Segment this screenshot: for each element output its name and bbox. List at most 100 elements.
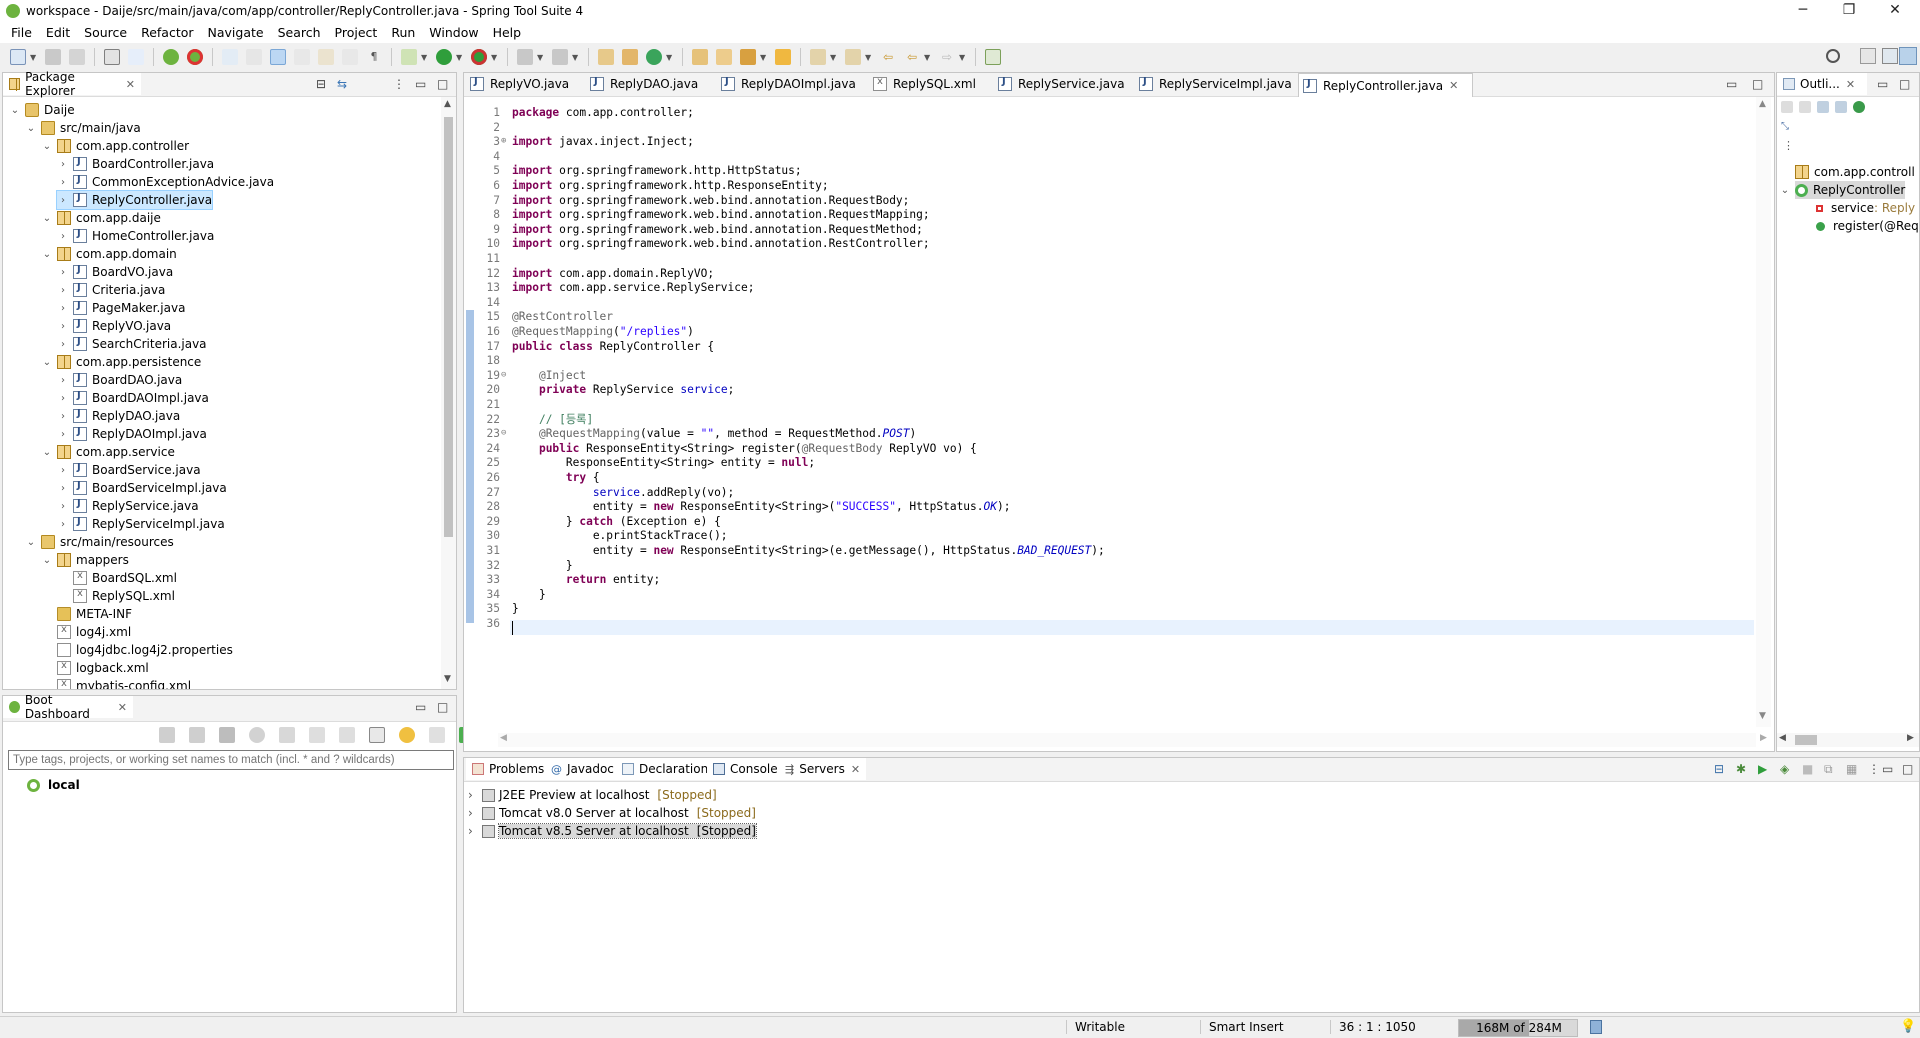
view-menu-icon[interactable]: ⋮ xyxy=(1783,139,1794,152)
profile-server-icon[interactable]: ◈ xyxy=(1780,762,1789,776)
code-line[interactable]: 31 entity = new ResponseEntity<String>(e… xyxy=(476,543,1746,558)
fold-marker-icon[interactable]: ⊖ xyxy=(501,368,506,383)
heap-status[interactable]: 168M of 284M xyxy=(1458,1019,1578,1037)
code-line[interactable]: 27 service.addReply(vo); xyxy=(476,485,1746,500)
code-line[interactable]: 5 import org.springframework.http.HttpSta… xyxy=(476,163,1746,178)
code-line[interactable]: 29 } catch (Exception e) { xyxy=(476,514,1746,529)
save-icon[interactable] xyxy=(45,49,61,65)
open-perspective-icon[interactable] xyxy=(1860,48,1876,64)
collapsed-chevron-icon[interactable]: › xyxy=(57,195,69,206)
code-line[interactable]: 3 ⊕ import javax.inject.Inject; xyxy=(476,134,1746,149)
tab-package-explorer[interactable]: Package Explorer ✕ xyxy=(3,70,141,98)
tree-item[interactable]: ⌄ com.app.persistence xyxy=(41,353,201,371)
view-menu-icon[interactable]: ⋮ xyxy=(393,77,405,91)
next-annotation-icon[interactable] xyxy=(810,49,826,65)
previous-annotation-icon[interactable] xyxy=(845,49,861,65)
stop-server-icon[interactable]: ■ xyxy=(1802,762,1813,776)
code-line[interactable]: 6 import org.springframework.http.Respons… xyxy=(476,178,1746,193)
editor-tab-replydao[interactable]: ReplyDAO.java xyxy=(586,73,698,95)
expanded-chevron-icon[interactable]: ⌄ xyxy=(41,249,53,260)
expanded-chevron-icon[interactable]: ⌄ xyxy=(25,123,37,134)
tree-item[interactable]: › ReplyServiceImpl.java xyxy=(57,515,225,533)
tree-item[interactable]: › BoardDAO.java xyxy=(57,371,182,389)
new-spring-project-icon[interactable] xyxy=(646,49,662,65)
run-external-icon[interactable] xyxy=(471,49,487,65)
menu-project[interactable]: Project xyxy=(328,25,385,40)
pin-editor-icon[interactable] xyxy=(985,49,1001,65)
tree-item[interactable]: › BoardVO.java xyxy=(57,263,173,281)
tree-item[interactable]: › BoardDAOImpl.java xyxy=(57,389,209,407)
forward-dropdown-icon[interactable]: ▼ xyxy=(959,53,966,62)
outline-item[interactable]: register(@Req xyxy=(1813,217,1919,235)
tree-item[interactable]: › PageMaker.java xyxy=(57,299,185,317)
highlight-icon[interactable] xyxy=(270,49,286,65)
editor-vertical-scrollbar[interactable]: ▲ ▼ xyxy=(1756,97,1771,727)
tree-item[interactable]: › BoardController.java xyxy=(57,155,214,173)
view-menu-icon[interactable]: ⋮ xyxy=(1868,762,1880,776)
search-dropdown-icon[interactable]: ▼ xyxy=(760,53,767,62)
hint-icon[interactable] xyxy=(399,727,415,743)
menu-run[interactable]: Run xyxy=(384,25,422,40)
code-line[interactable]: 14 xyxy=(476,295,1746,310)
show-properties-icon[interactable] xyxy=(369,727,385,743)
code-line[interactable]: 30 e.printStackTrace(); xyxy=(476,528,1746,543)
scroll-up-arrow-icon[interactable]: ▲ xyxy=(1759,99,1766,109)
code-line[interactable]: 22 // [등록] xyxy=(476,412,1746,427)
outline-item[interactable]: com.app.controll xyxy=(1795,163,1915,181)
outline-horizontal-scrollbar[interactable]: ◀ ▶ xyxy=(1777,733,1919,747)
forward-icon[interactable]: ⇨ xyxy=(939,49,955,65)
tab-javadoc[interactable]: @ Javadoc xyxy=(545,758,620,780)
run-external-dropdown-icon[interactable]: ▼ xyxy=(491,53,498,62)
maximize-view-icon[interactable]: □ xyxy=(437,700,448,714)
tab-declaration[interactable]: Declaration xyxy=(616,758,715,780)
hide-fields-icon[interactable] xyxy=(1817,101,1829,113)
configure-icon[interactable] xyxy=(309,727,325,743)
tree-item[interactable]: ⌄ mappers xyxy=(41,551,129,569)
link-icon[interactable]: ⤡ xyxy=(1781,121,1789,132)
expanded-chevron-icon[interactable]: ⌄ xyxy=(41,357,53,368)
editor-tab-replyservice[interactable]: ReplyService.java xyxy=(994,73,1125,95)
collapsed-chevron-icon[interactable]: › xyxy=(57,429,69,440)
scroll-left-arrow-icon[interactable]: ◀ xyxy=(1779,733,1786,743)
next-annotation-dropdown-icon[interactable]: ▼ xyxy=(830,53,837,62)
cursor-position-status[interactable]: 36 : 1 : 1050 xyxy=(1330,1020,1416,1034)
code-line[interactable]: 8 import org.springframework.web.bind.ann… xyxy=(476,207,1746,222)
tree-item[interactable]: log4jdbc.log4j2.properties xyxy=(41,641,233,659)
code-line[interactable]: 28 entity = new ResponseEntity<String>("… xyxy=(476,499,1746,514)
code-line[interactable]: 21 xyxy=(476,397,1746,412)
hide-static-icon[interactable] xyxy=(1835,101,1847,113)
code-line[interactable]: 9 import org.springframework.web.bind.ann… xyxy=(476,222,1746,237)
tab-outline[interactable]: Outli... ✕ xyxy=(1777,73,1867,95)
stop-dropdown-icon[interactable]: ▼ xyxy=(537,53,544,62)
run-icon[interactable] xyxy=(436,49,452,65)
scroll-right-arrow-icon[interactable]: ▶ xyxy=(1760,733,1767,743)
collapsed-chevron-icon[interactable]: › xyxy=(57,501,69,512)
tree-item[interactable]: ⌄ Daije xyxy=(9,101,75,119)
tree-item[interactable]: mybatis-config.xml xyxy=(41,677,191,689)
annotation-icon[interactable] xyxy=(775,49,791,65)
editor-tab-replycontroller[interactable]: ReplyController.java ✕ xyxy=(1298,73,1473,97)
menu-help[interactable]: Help xyxy=(486,25,529,40)
collapse-all-icon[interactable]: ⊟ xyxy=(1714,762,1724,776)
editor-tab-replysql[interactable]: ReplySQL.xml xyxy=(869,73,976,95)
debug-icon[interactable] xyxy=(401,49,417,65)
tab-console[interactable]: Console xyxy=(707,758,784,780)
garbage-collect-icon[interactable] xyxy=(1590,1020,1602,1034)
close-icon[interactable]: ✕ xyxy=(851,763,860,776)
server-item[interactable]: › Tomcat v8.5 Server at localhost [Stopped… xyxy=(468,822,757,840)
code-line[interactable]: 24 public ResponseEntity<String> registe… xyxy=(476,441,1746,456)
restore-button[interactable]: ❐ xyxy=(1826,0,1872,22)
tree-item[interactable]: BoardSQL.xml xyxy=(57,569,177,587)
maximize-editor-icon[interactable]: □ xyxy=(1752,77,1763,91)
menu-edit[interactable]: Edit xyxy=(39,25,77,40)
clean-icon[interactable]: ▦ xyxy=(1846,762,1857,776)
open-task-icon[interactable] xyxy=(692,49,708,65)
link-with-editor-icon[interactable]: ⇆ xyxy=(337,77,347,91)
code-line[interactable]: 10 import org.springframework.web.bind.an… xyxy=(476,236,1746,251)
stop-icon[interactable] xyxy=(517,49,533,65)
code-line[interactable]: 25 ResponseEntity<String> entity = null; xyxy=(476,455,1746,470)
editor-horizontal-scrollbar[interactable]: ◀ ▶ xyxy=(498,733,1767,747)
deploy-icon[interactable] xyxy=(552,49,568,65)
tree-item[interactable]: › ReplyController.java xyxy=(55,190,214,210)
code-line[interactable]: 16 @RequestMapping("/replies") xyxy=(476,324,1746,339)
